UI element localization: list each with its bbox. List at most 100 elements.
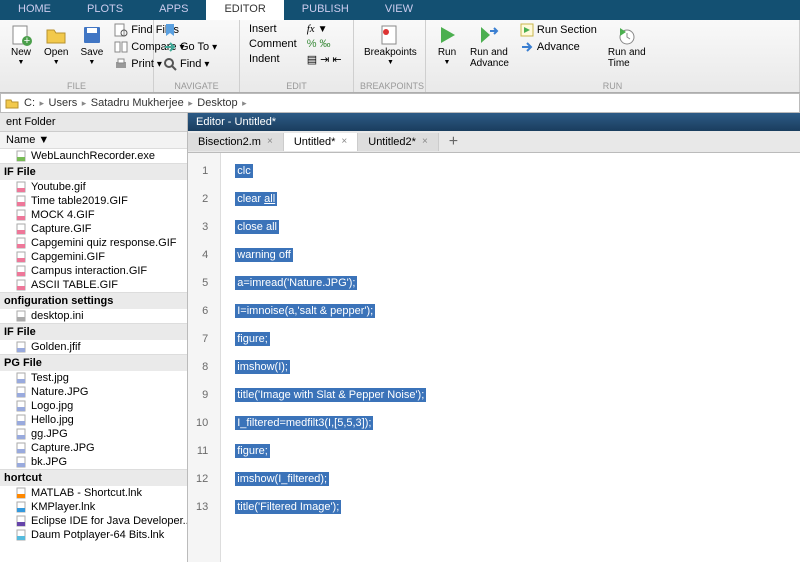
file-item[interactable]: Time table2019.GIF xyxy=(0,194,187,208)
save-button[interactable]: Save▼ xyxy=(76,22,107,68)
file-category: onfiguration settings xyxy=(0,292,187,309)
editor-tab[interactable]: Untitled*× xyxy=(284,133,358,151)
editor-tabs: Bisection2.m×Untitled*×Untitled2*×+ xyxy=(188,131,800,153)
file-item[interactable]: desktop.ini xyxy=(0,309,187,323)
tab-publish[interactable]: PUBLISH xyxy=(284,0,367,20)
folder-nav-icon[interactable] xyxy=(5,96,19,110)
fx-button[interactable]: fx ▼ xyxy=(304,22,345,36)
file-icon xyxy=(16,209,28,221)
sidebar-header: ent Folder xyxy=(0,113,187,132)
code-area[interactable]: 12345678910111213 clcclear allclose allw… xyxy=(188,153,800,562)
editor-panel: Editor - Untitled* Bisection2.m×Untitled… xyxy=(188,113,800,562)
file-item[interactable]: Test.jpg xyxy=(0,371,187,385)
breadcrumb-item[interactable]: Satadru Mukherjee xyxy=(89,97,186,109)
file-icon xyxy=(16,223,28,235)
file-icon xyxy=(16,150,28,162)
file-item[interactable]: Capture.GIF xyxy=(0,222,187,236)
run-advance-button[interactable]: Run and Advance xyxy=(466,22,513,71)
indent-tools[interactable]: ▤ ⇥ ⇤ xyxy=(304,52,345,67)
comment-tools[interactable]: % ‰ xyxy=(304,37,345,51)
close-icon[interactable]: × xyxy=(422,136,428,147)
file-icon xyxy=(16,372,28,384)
run-group-label: RUN xyxy=(432,80,793,91)
open-button[interactable]: Open▼ xyxy=(40,22,72,68)
breadcrumb: C: ▸ Users ▸ Satadru Mukherjee ▸ Desktop… xyxy=(0,93,800,113)
breakpoints-group-label: BREAKPOINTS xyxy=(360,80,419,91)
file-item[interactable]: ASCII TABLE.GIF xyxy=(0,278,187,292)
file-item[interactable]: MATLAB - Shortcut.lnk xyxy=(0,486,187,500)
file-item[interactable]: Hello.jpg xyxy=(0,413,187,427)
file-category: PG File xyxy=(0,354,187,371)
find-button[interactable]: Find ▾ xyxy=(160,56,220,72)
run-time-button[interactable]: Run and Time xyxy=(604,22,650,71)
file-item[interactable]: Capgemini.GIF xyxy=(0,250,187,264)
file-item[interactable]: WebLaunchRecorder.exe xyxy=(0,149,187,163)
name-column[interactable]: Name ▼ xyxy=(0,132,187,149)
line-gutter: 12345678910111213 xyxy=(188,153,221,562)
file-icon xyxy=(16,251,28,263)
file-icon xyxy=(16,181,28,193)
advance-button[interactable]: Advance xyxy=(517,39,600,55)
file-item[interactable]: KMPlayer.lnk xyxy=(0,500,187,514)
close-icon[interactable]: × xyxy=(267,136,273,147)
file-item[interactable]: Golden.jfif xyxy=(0,340,187,354)
tab-editor[interactable]: EDITOR xyxy=(206,0,283,20)
main-tabs: HOMEPLOTSAPPSEDITORPUBLISHVIEW xyxy=(0,0,800,20)
tab-apps[interactable]: APPS xyxy=(141,0,206,20)
editor-tab[interactable]: Untitled2*× xyxy=(358,133,439,151)
file-icon xyxy=(16,529,28,541)
code-content[interactable]: clcclear allclose allwarning offa=imread… xyxy=(221,153,440,562)
file-icon xyxy=(16,400,28,412)
file-group-label: FILE xyxy=(6,80,147,91)
file-icon xyxy=(16,237,28,249)
goto-button[interactable]: Go To ▾ xyxy=(160,39,220,55)
file-category: hortcut xyxy=(0,469,187,486)
file-item[interactable]: gg.JPG xyxy=(0,427,187,441)
file-category: IF File xyxy=(0,163,187,180)
breadcrumb-item[interactable]: Desktop xyxy=(195,97,239,109)
breadcrumb-item[interactable]: C: xyxy=(22,97,37,109)
editor-tab[interactable]: Bisection2.m× xyxy=(188,133,284,151)
file-browser: ent Folder Name ▼ WebLaunchRecorder.exeI… xyxy=(0,113,188,562)
add-tab-button[interactable]: + xyxy=(439,133,468,151)
new-button[interactable]: +New▼ xyxy=(6,22,36,68)
file-icon xyxy=(16,341,28,353)
file-item[interactable]: Daum Potplayer-64 Bits.lnk xyxy=(0,528,187,542)
file-item[interactable]: Logo.jpg xyxy=(0,399,187,413)
file-icon xyxy=(16,310,28,322)
ribbon: +New▼ Open▼ Save▼ Find Files Compare ▾ P… xyxy=(0,20,800,93)
edit-group-label: EDIT xyxy=(246,80,347,91)
file-item[interactable]: MOCK 4.GIF xyxy=(0,208,187,222)
tab-view[interactable]: VIEW xyxy=(367,0,431,20)
comment-button[interactable]: Comment xyxy=(246,37,300,51)
file-item[interactable]: Nature.JPG xyxy=(0,385,187,399)
file-item[interactable]: bk.JPG xyxy=(0,455,187,469)
breadcrumb-item[interactable]: Users xyxy=(47,97,80,109)
run-button[interactable]: Run▼ xyxy=(432,22,462,68)
breakpoints-button[interactable]: Breakpoints▼ xyxy=(360,22,421,68)
file-item[interactable]: Capture.JPG xyxy=(0,441,187,455)
run-section-button[interactable]: Run Section xyxy=(517,22,600,38)
file-icon xyxy=(16,501,28,513)
file-icon xyxy=(16,414,28,426)
file-item[interactable]: Campus interaction.GIF xyxy=(0,264,187,278)
close-icon[interactable]: × xyxy=(341,136,347,147)
insert-button[interactable]: Insert xyxy=(246,22,300,36)
bookmark-button[interactable] xyxy=(160,22,220,38)
tab-home[interactable]: HOME xyxy=(0,0,69,20)
navigate-group-label: NAVIGATE xyxy=(160,80,233,91)
svg-text:+: + xyxy=(24,35,30,46)
file-icon xyxy=(16,515,28,527)
tab-plots[interactable]: PLOTS xyxy=(69,0,141,20)
file-icon xyxy=(16,487,28,499)
file-item[interactable]: Eclipse IDE for Java Developer... xyxy=(0,514,187,528)
file-item[interactable]: Youtube.gif xyxy=(0,180,187,194)
file-item[interactable]: Capgemini quiz response.GIF xyxy=(0,236,187,250)
editor-title: Editor - Untitled* xyxy=(188,113,800,131)
file-icon xyxy=(16,265,28,277)
file-icon xyxy=(16,442,28,454)
file-icon xyxy=(16,279,28,291)
indent-button[interactable]: Indent xyxy=(246,52,300,66)
file-category: IF File xyxy=(0,323,187,340)
file-icon xyxy=(16,195,28,207)
